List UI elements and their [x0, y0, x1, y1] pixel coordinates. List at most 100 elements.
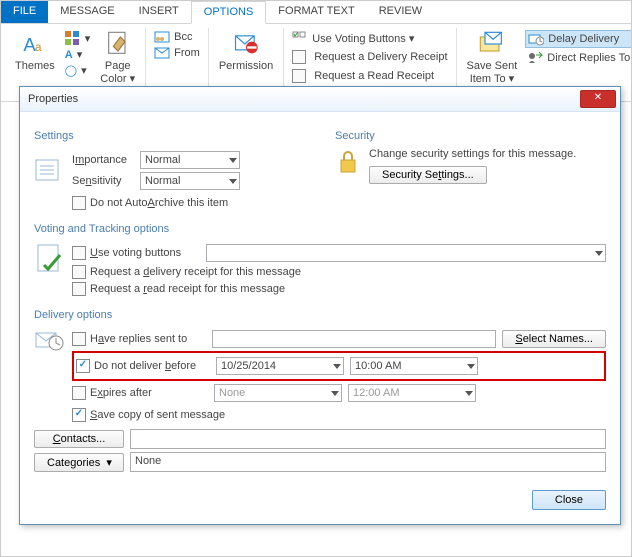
- no-deliver-time-value: 10:00 AM: [355, 360, 401, 372]
- voting-tracking-fieldset: Voting and Tracking options Use voting b…: [34, 223, 606, 299]
- delay-delivery-button[interactable]: Delay Delivery: [525, 30, 632, 48]
- direct-replies-icon: [527, 51, 543, 65]
- voting-label: Use Voting Buttons ▾: [312, 32, 414, 45]
- chevron-down-icon: [333, 364, 341, 369]
- tab-message[interactable]: MESSAGE: [48, 1, 126, 23]
- tab-options[interactable]: OPTIONS: [191, 1, 267, 24]
- from-button[interactable]: From: [152, 46, 202, 60]
- themes-icon: Aa: [21, 30, 49, 58]
- tab-review[interactable]: REVIEW: [367, 1, 434, 23]
- bcc-icon: [154, 31, 170, 43]
- req-read-checkbox[interactable]: [72, 282, 86, 296]
- close-button[interactable]: Close: [532, 490, 606, 510]
- theme-colors-button[interactable]: ▾: [63, 30, 93, 46]
- security-msg: Change security settings for this messag…: [369, 148, 576, 160]
- expires-date: None: [214, 384, 342, 402]
- importance-select[interactable]: Normal: [140, 151, 240, 169]
- delivery-options-fieldset: Delivery options Have replies sent to Se…: [34, 309, 606, 472]
- dialog-titlebar: Properties ✕: [20, 87, 620, 112]
- chevron-down-icon: [465, 391, 473, 396]
- have-replies-label: Have replies sent to: [90, 333, 212, 345]
- colors-icon: [65, 31, 81, 45]
- svg-text:a: a: [35, 41, 42, 54]
- from-label: From: [174, 47, 200, 59]
- contacts-button[interactable]: Contacts...: [34, 430, 124, 448]
- importance-label: Importance: [72, 154, 140, 166]
- security-settings-button[interactable]: Security Settings...: [369, 166, 487, 184]
- security-legend: Security: [335, 130, 381, 142]
- use-voting-buttons[interactable]: Use Voting Buttons ▾: [290, 30, 449, 46]
- delay-label: Delay Delivery: [548, 33, 619, 45]
- bcc-button[interactable]: Bcc: [152, 30, 202, 44]
- expires-checkbox[interactable]: [72, 386, 86, 400]
- request-read-receipt[interactable]: Request a Read Receipt: [290, 68, 449, 84]
- categories-field[interactable]: None: [130, 452, 606, 472]
- close-icon[interactable]: ✕: [580, 90, 616, 108]
- have-replies-input[interactable]: [212, 330, 496, 348]
- page-color-icon: [104, 30, 132, 58]
- select-names-button[interactable]: Select Names...: [502, 330, 606, 348]
- voting-icon: [292, 31, 308, 45]
- request-delivery-receipt[interactable]: Request a Delivery Receipt: [290, 49, 449, 65]
- no-deliver-time[interactable]: 10:00 AM: [350, 357, 478, 375]
- voting-buttons-select[interactable]: [206, 244, 606, 262]
- no-deliver-date-value: 10/25/2014: [221, 360, 276, 372]
- sensitivity-label: Sensitivity: [72, 175, 140, 187]
- expires-time: 12:00 AM: [348, 384, 476, 402]
- effects-icon: ◯: [65, 64, 77, 77]
- no-archive-checkbox[interactable]: [72, 196, 86, 210]
- tab-insert[interactable]: INSERT: [127, 1, 191, 23]
- sensitivity-select[interactable]: Normal: [140, 172, 240, 190]
- lock-icon: [335, 148, 363, 178]
- categories-value: None: [135, 455, 161, 467]
- save-sent-item-button[interactable]: Save Sent Item To ▾: [463, 28, 522, 87]
- properties-dialog: Properties ✕ Settings Importance Normal …: [19, 86, 621, 525]
- page-color-button[interactable]: Page Color ▾: [96, 28, 139, 87]
- req-delivery-label: Request a delivery receipt for this mess…: [90, 266, 301, 278]
- tab-format-text[interactable]: FORMAT TEXT: [266, 1, 366, 23]
- bcc-label: Bcc: [174, 31, 192, 43]
- delivery-icon: [34, 327, 66, 353]
- expires-date-value: None: [219, 387, 245, 399]
- delivery-legend: Delivery options: [34, 309, 118, 321]
- contacts-field[interactable]: [130, 429, 606, 449]
- req-delivery-checkbox[interactable]: [72, 265, 86, 279]
- chevron-down-icon: [229, 179, 237, 184]
- save-sent-icon: [478, 30, 506, 58]
- from-icon: [154, 47, 170, 59]
- themes-button[interactable]: Aa Themes: [11, 28, 59, 74]
- chevron-down-icon: [595, 251, 603, 256]
- theme-fonts-button[interactable]: A▾: [63, 47, 93, 62]
- permission-button[interactable]: Permission: [215, 28, 277, 74]
- checkbox-icon: [292, 50, 306, 64]
- use-voting-checkbox[interactable]: [72, 246, 86, 260]
- no-deliver-checkbox[interactable]: [76, 359, 90, 373]
- save-copy-checkbox[interactable]: [72, 408, 86, 422]
- categories-button[interactable]: Categories ▾: [34, 453, 124, 472]
- direct-replies-button[interactable]: Direct Replies To: [525, 50, 632, 66]
- settings-fieldset: Settings Importance Normal Sensitivity N…: [34, 130, 305, 210]
- have-replies-checkbox[interactable]: [72, 332, 86, 346]
- dialog-title: Properties: [28, 93, 580, 105]
- voting-legend: Voting and Tracking options: [34, 223, 175, 235]
- req-delivery-label: Request a Delivery Receipt: [314, 51, 447, 63]
- themes-label: Themes: [15, 60, 55, 72]
- ribbon-tabs: FILE MESSAGE INSERT OPTIONS FORMAT TEXT …: [1, 1, 631, 24]
- req-read-label: Request a read receipt for this message: [90, 283, 285, 295]
- tab-file[interactable]: FILE: [1, 1, 48, 23]
- chevron-down-icon: [467, 364, 475, 369]
- no-deliver-date[interactable]: 10/25/2014: [216, 357, 344, 375]
- use-voting-label: Use voting buttons: [90, 247, 206, 259]
- font-a-icon: A: [65, 49, 73, 61]
- theme-effects-button[interactable]: ◯▾: [63, 63, 93, 78]
- checkbox-icon: [292, 69, 306, 83]
- chevron-down-icon: [229, 158, 237, 163]
- security-fieldset: Security Change security settings for th…: [335, 130, 606, 184]
- req-read-label: Request a Read Receipt: [314, 70, 434, 82]
- settings-legend: Settings: [34, 130, 80, 142]
- no-archive-label: Do not AutoArchive this item: [90, 197, 228, 209]
- do-not-deliver-highlight: Do not deliver before 10/25/2014 10:00 A…: [72, 351, 606, 381]
- direct-replies-label: Direct Replies To: [547, 52, 630, 64]
- no-deliver-label: Do not deliver before: [94, 360, 216, 372]
- voting-icon: [34, 241, 66, 285]
